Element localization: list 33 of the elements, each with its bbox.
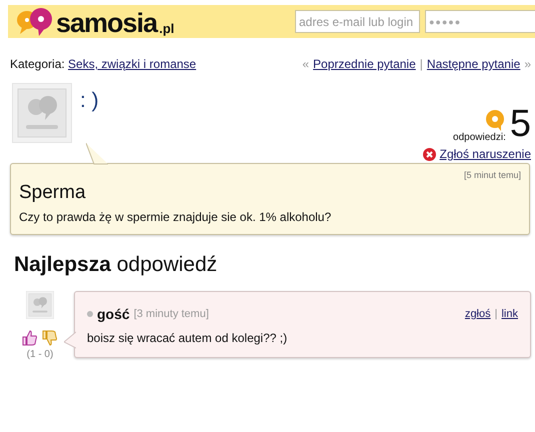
speech-bubbles-icon (16, 6, 54, 36)
thumbs-down-icon[interactable] (42, 330, 58, 346)
category-label: Kategoria: (10, 57, 65, 71)
avatar-icon (26, 291, 54, 319)
section-heading: Najlepsza odpowiedź (14, 253, 218, 277)
login-field[interactable]: adres e-mail lub login (295, 10, 420, 33)
question-time: [5 minut temu] (462, 170, 521, 180)
status-dot-icon (87, 311, 93, 317)
category-link[interactable]: Seks, związki i romanse (68, 57, 196, 71)
logo-text[interactable]: samosia (56, 10, 158, 36)
answer-author[interactable]: gość (97, 306, 130, 322)
logo-suffix: .pl (159, 20, 174, 36)
answer-time: [3 minuty temu] (134, 308, 209, 320)
thumbs-up-icon[interactable] (22, 330, 38, 346)
next-question-link[interactable]: Następne pytanie (426, 57, 520, 71)
report-link[interactable]: Zgłoś naruszenie (440, 147, 531, 161)
answers-count: 5 (510, 105, 531, 143)
vote-count: (1 - 0) (26, 349, 54, 360)
separator: | (420, 57, 423, 71)
close-icon (422, 148, 436, 160)
author-name[interactable]: : ) (80, 89, 99, 113)
answers-label: odpowiedzi: (453, 132, 506, 143)
question-title: Sperma (19, 182, 87, 204)
next-arrow: » (524, 57, 531, 71)
report-link[interactable]: zgłoś (464, 308, 491, 320)
question-bubble-icon (484, 109, 506, 131)
permalink[interactable]: link (501, 308, 518, 320)
separator: | (494, 308, 498, 320)
previous-question-link[interactable]: Poprzednie pytanie (313, 57, 416, 71)
prev-arrow: « (302, 57, 310, 71)
question-text: Czy to prawda żę w spermie znajduje sie ok. 1% alkoholu? (19, 210, 332, 224)
answer-text: boisz się wracać autem od kolegi?? ;) (87, 331, 288, 345)
avatar-icon (12, 83, 72, 143)
